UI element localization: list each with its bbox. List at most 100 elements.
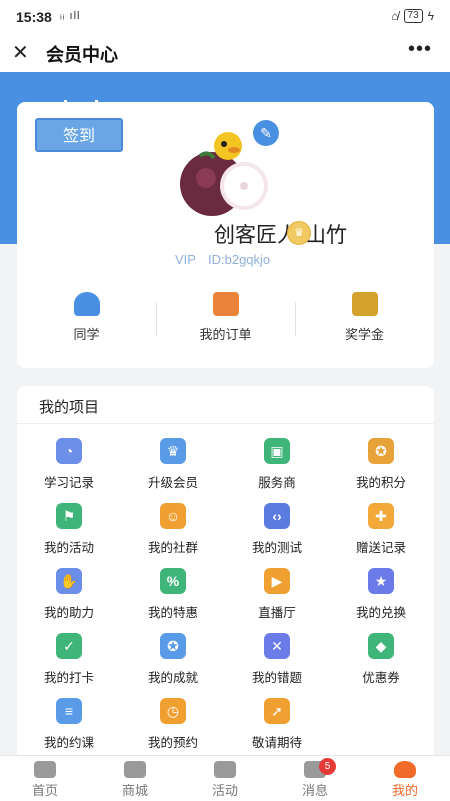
project-item-label: 赠送记录 — [355, 541, 406, 555]
status-bar: 15:38 ᵢᵢ ıll ⌂̸ 73 ϟ — [0, 0, 450, 34]
project-item-label: 直播厅 — [258, 606, 296, 620]
section-title: 我的项目 — [39, 399, 100, 416]
project-item-label: 敬请期待 — [251, 736, 302, 750]
project-item-label: 我的打卡 — [43, 671, 94, 685]
project-item-label: 我的积分 — [355, 476, 406, 490]
flag-icon: ⚑ — [56, 503, 82, 529]
crown-icon: ♛ — [160, 438, 186, 464]
battery-icon: 73 — [403, 9, 423, 23]
edit-avatar-icon[interactable]: ✎ — [253, 120, 279, 146]
briefcase-icon: ▣ — [264, 438, 290, 464]
project-item[interactable]: ✕ 我的错题 — [225, 633, 329, 686]
project-item[interactable]: ✪ 我的积分 — [329, 438, 433, 491]
divider — [17, 423, 434, 424]
project-item-label: 我的成就 — [147, 671, 198, 685]
project-item[interactable]: ✚ 赠送记录 — [329, 503, 433, 556]
orders-icon — [212, 292, 239, 316]
charging-icon: ϟ — [427, 9, 434, 23]
project-item-label: 我的测试 — [251, 541, 302, 555]
project-item-label: 我的预约 — [147, 736, 198, 750]
document-icon: ≡ — [56, 698, 82, 724]
tab-label: 我的 — [391, 783, 418, 798]
signin-button[interactable]: 签到 — [35, 118, 123, 152]
gift-icon: ✚ — [368, 503, 394, 529]
calendar-check-icon: ✓ — [56, 633, 82, 659]
project-item-label: 我的社群 — [147, 541, 198, 555]
classmates-icon — [73, 292, 100, 316]
project-item[interactable]: ▶ 直播厅 — [225, 568, 329, 621]
project-item-label: 服务商 — [258, 476, 296, 490]
project-item[interactable]: ◷ 我的预约 — [121, 698, 225, 751]
project-item-label: 我的助力 — [43, 606, 94, 620]
tab-bell[interactable]: 消息 5 — [270, 756, 360, 801]
tab-user[interactable]: 我的 — [360, 756, 450, 801]
tab-store[interactable]: 商城 — [90, 756, 180, 801]
project-item-label: 我的错题 — [251, 671, 302, 685]
project-item[interactable]: ➚ 敬请期待 — [225, 698, 329, 751]
tab-label: 首页 — [31, 783, 58, 798]
group-icon: ☺ — [160, 503, 186, 529]
page-title: 会员中心 — [46, 45, 118, 65]
coupon-icon: ◆ — [368, 633, 394, 659]
more-icon[interactable]: ••• — [408, 38, 432, 61]
project-item[interactable]: ♛ 升级会员 — [121, 438, 225, 491]
user-id: ID:b2gqkjo — [208, 252, 271, 267]
quick-link-scholarship[interactable]: 奖学金 — [295, 292, 434, 343]
crown-badge-icon: ♛ — [287, 221, 311, 245]
clock-icon: ◔ — [56, 438, 82, 464]
quick-link-label: 奖学金 — [344, 327, 384, 342]
mute-icon: ⌂̸ — [391, 9, 399, 23]
live-icon: ▶ — [264, 568, 290, 594]
quick-link-label: 我的订单 — [199, 327, 252, 342]
project-item-label: 学习记录 — [43, 476, 94, 490]
quick-link-orders[interactable]: 我的订单 — [156, 292, 295, 343]
tab-home[interactable]: 首页 — [0, 756, 90, 801]
projects-card: 我的项目 ◔ 学习记录 ♛ 升级会员 ▣ 服务商 ✪ 我的积分 ⚑ 我的活动 ☺ 我的社群 ‹› 我的测试… — [17, 386, 434, 766]
achievement-icon: ✪ — [160, 633, 186, 659]
unread-badge: 5 — [319, 758, 336, 775]
project-item-label: 我的特惠 — [147, 606, 198, 620]
project-item[interactable]: ▣ 服务商 — [225, 438, 329, 491]
store-icon — [124, 761, 146, 778]
profile-card: 签到 ✎ 创客匠人-山竹 ♛ VIP ID:b2gqkjo 同学 我的订单 奖学… — [17, 100, 434, 368]
project-item[interactable]: ✓ 我的打卡 — [17, 633, 121, 686]
gift-icon — [214, 761, 236, 778]
project-item[interactable]: ✪ 我的成就 — [121, 633, 225, 686]
quick-link-classmates[interactable]: 同学 — [17, 292, 156, 343]
signal-icon: ᵢᵢ ıll — [60, 10, 81, 22]
home-icon — [34, 761, 56, 778]
discount-icon: % — [160, 568, 186, 594]
scholarship-icon — [351, 292, 378, 316]
notebook-icon: ✕ — [264, 633, 290, 659]
status-right: ⌂̸ 73 ϟ — [391, 9, 434, 23]
project-item[interactable]: ⚑ 我的活动 — [17, 503, 121, 556]
thumbs-up-icon: ✋ — [56, 568, 82, 594]
bottom-tab-bar: 首页 商城 活动 消息 5 我的 — [0, 755, 450, 801]
appointment-icon: ◷ — [160, 698, 186, 724]
quick-link-label: 同学 — [73, 327, 100, 342]
tab-gift[interactable]: 活动 — [180, 756, 270, 801]
project-item[interactable]: ✋ 我的助力 — [17, 568, 121, 621]
rocket-icon: ➚ — [264, 698, 290, 724]
project-item[interactable]: ≡ 我的约课 — [17, 698, 121, 751]
project-item[interactable]: ‹› 我的测试 — [225, 503, 329, 556]
project-item[interactable]: ★ 我的兑换 — [329, 568, 433, 621]
close-icon[interactable]: ✕ — [12, 40, 29, 65]
medal-icon: ✪ — [368, 438, 394, 464]
user-icon — [394, 761, 416, 778]
tab-label: 商城 — [121, 783, 148, 798]
project-item[interactable]: ☺ 我的社群 — [121, 503, 225, 556]
vip-label: VIP — [175, 252, 196, 267]
project-item[interactable]: % 我的特惠 — [121, 568, 225, 621]
status-time: 15:38 — [16, 9, 52, 25]
project-item-label: 升级会员 — [147, 476, 198, 490]
project-item[interactable]: ◆ 优惠券 — [329, 633, 433, 686]
project-item[interactable]: ◔ 学习记录 — [17, 438, 121, 491]
tab-label: 活动 — [211, 783, 238, 798]
shop-icon: ★ — [368, 568, 394, 594]
title-bar: ✕ 会员中心 ••• — [0, 34, 450, 72]
project-item-label: 我的约课 — [43, 736, 94, 750]
project-item-label: 我的兑换 — [355, 606, 406, 620]
project-item-label: 优惠券 — [362, 671, 400, 685]
project-item-label: 我的活动 — [43, 541, 94, 555]
